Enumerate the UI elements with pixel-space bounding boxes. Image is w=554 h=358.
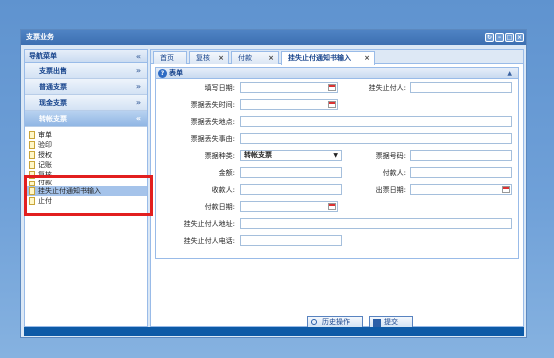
form-panel-header: ? 表单 ▲ [156,68,518,79]
form-panel: ? 表单 ▲ 填写日期: 挂失止付人: 票据丢失时间: 票据丢失地点: 票据丢失… [155,67,519,259]
collapse-icon[interactable]: « [136,111,141,127]
nav-section-label: 转帐支票 [39,115,67,123]
document-icon [29,151,35,159]
payer-label: 付款人: [382,169,406,177]
issue-date-label: 出票日期: [375,186,406,194]
nav-section-label: 支票出售 [39,67,67,75]
main-content: 首页 复核 × 付款 × 挂失止付通知书输入 × ? 表单 ▲ 填写日期: 挂失… [150,49,524,329]
calendar-icon[interactable] [502,186,510,193]
nav-section-ordinary-cheque[interactable]: 普通支票 » [25,79,147,95]
sidebar-item-review-bill[interactable]: 审单 [25,130,147,140]
history-button-label: 历史操作 [322,318,350,326]
close-icon[interactable]: × [515,33,524,42]
highlight-annotation-box [24,175,153,216]
minimize-icon[interactable]: – [495,33,504,42]
loss-reason-label: 票据丢失事由: [190,135,235,143]
tab-label: 挂失止付通知书输入 [288,54,351,62]
expand-icon[interactable]: » [136,95,141,111]
search-icon [311,319,317,325]
tab-label: 付款 [238,54,252,62]
fill-date-label: 填写日期: [204,84,235,92]
loss-payer-address-field[interactable] [240,218,512,229]
nav-section-cheque-sale[interactable]: 支票出售 » [25,63,147,79]
help-icon: ? [158,69,167,78]
nav-section-cash-cheque[interactable]: 现金支票 » [25,95,147,111]
document-icon [29,141,35,149]
payer-field[interactable] [410,167,512,178]
fill-date-field[interactable] [240,82,338,93]
issue-date-field[interactable] [410,184,512,195]
sidebar-item-verify-seal[interactable]: 验印 [25,140,147,150]
refresh-icon[interactable]: ↻ [485,33,494,42]
tab-payment[interactable]: 付款 × [231,51,279,64]
pay-date-field[interactable] [240,201,338,212]
loss-time-field[interactable] [240,99,338,110]
window-titlebar: 支票业务 ↻ – □ × [21,30,526,45]
bill-no-label: 票据号码: [375,152,406,160]
document-icon [29,161,35,169]
status-bar [24,327,524,336]
nav-section-label: 现金支票 [39,99,67,107]
close-tab-icon[interactable]: × [268,52,274,64]
bill-type-label: 票据种类: [204,152,235,160]
loss-payer-field[interactable] [410,82,512,93]
collapse-sidebar-icon[interactable]: « [136,50,141,63]
collapse-panel-icon[interactable]: ▲ [507,68,512,79]
calendar-icon[interactable] [328,203,336,210]
form-title: 表单 [169,69,183,77]
tab-home[interactable]: 首页 [153,51,187,64]
loss-payer-label: 挂失止付人: [368,84,406,92]
tab-bar: 首页 复核 × 付款 × 挂失止付通知书输入 × [151,50,523,65]
sidebar-item-label: 授权 [38,151,52,159]
loss-payer-phone-label: 挂失止付人电话: [183,237,235,245]
sidebar-item-label: 记账 [38,161,52,169]
save-icon [373,319,381,327]
sidebar-item-authorize[interactable]: 授权 [25,150,147,160]
dropdown-arrow-icon: ▼ [333,152,338,159]
expand-icon[interactable]: » [136,63,141,79]
sidebar-item-label: 验印 [38,141,52,149]
expand-icon[interactable]: » [136,79,141,95]
tab-loss-stop-payment-notice[interactable]: 挂失止付通知书输入 × [281,51,375,65]
loss-place-label: 票据丢失地点: [190,118,235,126]
close-tab-icon[interactable]: × [218,52,224,64]
nav-section-transfer-cheque[interactable]: 转帐支票 « [25,111,147,127]
tab-label: 首页 [160,54,174,62]
submit-button-label: 提交 [384,318,398,326]
payee-label: 收款人: [211,186,235,194]
nav-header-title: 导航菜单 [29,52,57,60]
loss-payer-address-label: 挂失止付人地址: [183,220,235,228]
pay-date-label: 付款日期: [204,203,235,211]
maximize-icon[interactable]: □ [505,33,514,42]
calendar-icon[interactable] [328,84,336,91]
nav-header: 导航菜单 « [25,50,147,63]
amount-label: 金额: [218,169,235,177]
loss-reason-field[interactable] [240,133,512,144]
nav-section-label: 普通支票 [39,83,67,91]
payee-field[interactable] [240,184,342,195]
bill-type-selected-value: 转帐支票 [244,151,272,159]
sidebar-item-bookkeeping[interactable]: 记账 [25,160,147,170]
tab-recheck[interactable]: 复核 × [189,51,229,64]
loss-payer-phone-field[interactable] [240,235,342,246]
document-icon [29,131,35,139]
bill-type-select[interactable]: 转帐支票 ▼ [240,150,342,161]
amount-field[interactable] [240,167,342,178]
window-title: 支票业务 [26,33,54,41]
loss-time-label: 票据丢失时间: [190,101,235,109]
loss-place-field[interactable] [240,116,512,127]
tab-label: 复核 [196,54,210,62]
sidebar-item-label: 审单 [38,131,52,139]
bill-no-field[interactable] [410,150,512,161]
close-tab-icon[interactable]: × [364,52,370,64]
calendar-icon[interactable] [328,101,336,108]
